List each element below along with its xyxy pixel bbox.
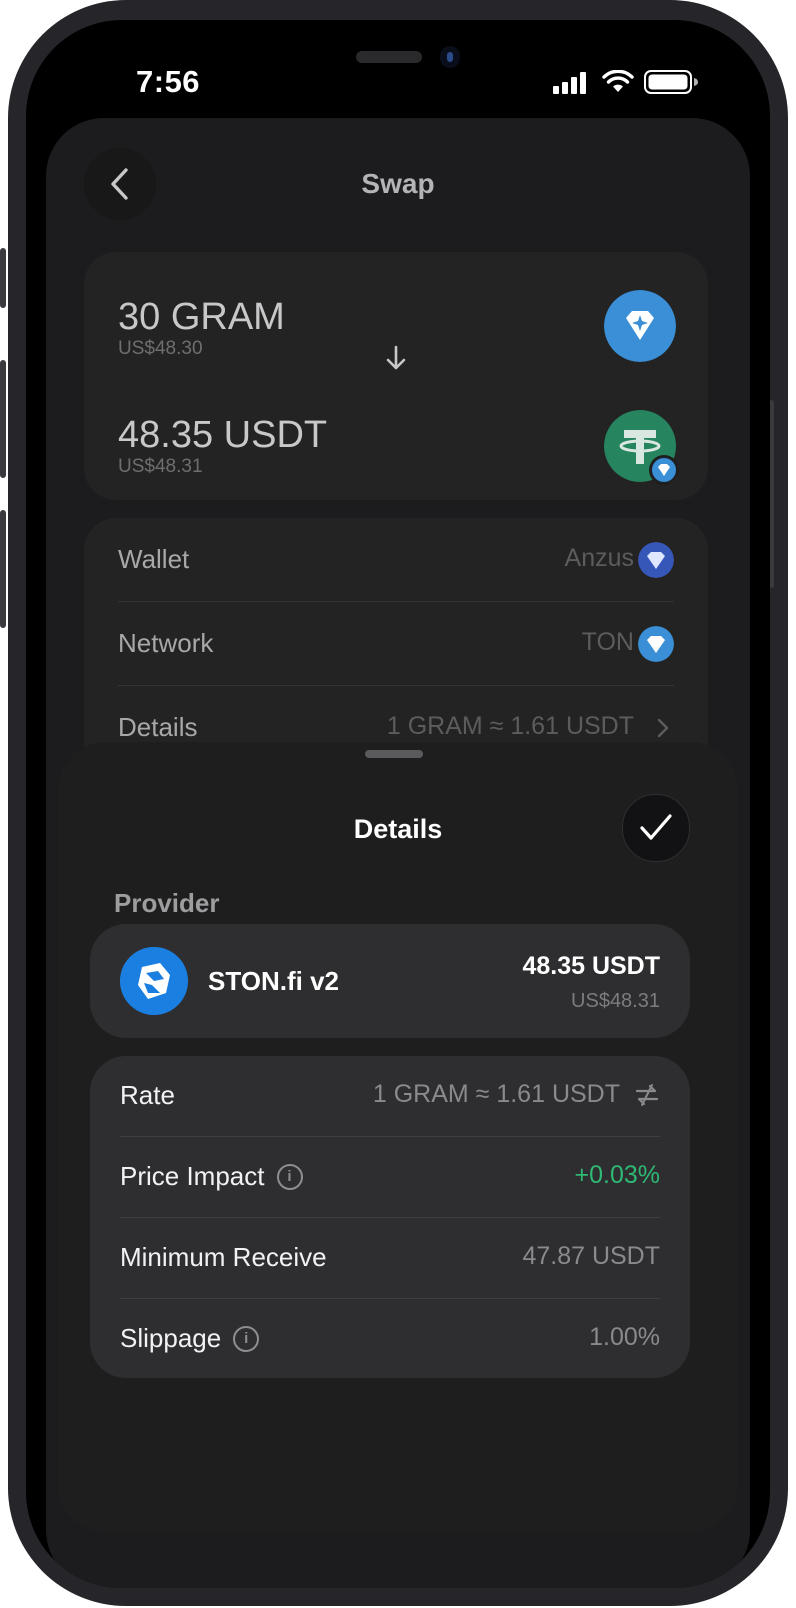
to-fiat: US$48.31 [118, 456, 203, 477]
chevron-right-icon [657, 718, 669, 738]
wallet-label: Wallet [118, 544, 190, 574]
page-title: Swap [361, 168, 435, 199]
ton-icon [638, 626, 674, 662]
details-bottom-sheet: Details Provider STON.fi v2 48.35 USDT U… [58, 742, 738, 1532]
network-row[interactable]: Network TON [118, 602, 674, 686]
provider-section-label: Provider [114, 888, 220, 918]
wallet-avatar-icon [638, 542, 674, 578]
status-bar: 7:56 [26, 20, 770, 130]
speaker-grille [356, 51, 422, 63]
minimum-receive-label: Minimum Receive [120, 1242, 327, 1272]
sheet-grabber[interactable] [365, 750, 423, 758]
swap-rate-direction-icon[interactable] [634, 1082, 660, 1108]
to-amount: 48.35 USDT [118, 414, 328, 456]
provider-amount: 48.35 USDT [522, 952, 660, 980]
gram-diamond-icon [604, 290, 676, 362]
info-icon[interactable]: i [233, 1325, 260, 1352]
provider-fiat: US$48.31 [571, 990, 660, 1012]
info-icon[interactable]: i [276, 1163, 303, 1190]
arrow-down-icon [386, 345, 406, 370]
wallet-row[interactable]: Wallet Anzus [118, 518, 674, 602]
wifi-icon [602, 70, 634, 92]
swap-info-card: Wallet Anzus Network TON Details 1 GRAM … [84, 518, 708, 778]
phone-screen: 7:56 Swap 30 GRAM US$48.30 48.35 USDT US… [26, 20, 770, 1588]
rate-row: Rate 1 GRAM ≈ 1.61 USDT [120, 1056, 660, 1137]
provider-name: STON.fi v2 [208, 966, 340, 996]
from-amount: 30 GRAM [118, 296, 285, 338]
minimum-receive-row: Minimum Receive 47.87 USDT [120, 1218, 660, 1299]
slippage-label: Slippage [120, 1323, 222, 1353]
checkmark-icon [640, 814, 672, 840]
wallet-value: Anzus [564, 544, 634, 572]
slippage-value: 1.00% [589, 1323, 660, 1351]
status-time: 7:56 [136, 64, 201, 99]
volume-up-button [0, 360, 6, 478]
details-rate-value: 1 GRAM ≈ 1.61 USDT [386, 712, 634, 740]
provider-card[interactable]: STON.fi v2 48.35 USDT US$48.31 [90, 924, 690, 1038]
tether-icon [604, 410, 679, 485]
slippage-row[interactable]: Slippage i 1.00% [120, 1299, 660, 1380]
minimum-receive-value: 47.87 USDT [522, 1242, 660, 1270]
swap-summary-card: 30 GRAM US$48.30 48.35 USDT US$48.31 [84, 252, 708, 500]
from-fiat: US$48.30 [118, 338, 203, 359]
ston-fi-logo-icon [120, 947, 188, 1015]
network-label: Network [118, 628, 214, 658]
rate-label: Rate [120, 1080, 175, 1110]
details-label: Details [118, 712, 198, 742]
action-button [0, 248, 6, 308]
price-impact-row: Price Impact i +0.03% [120, 1137, 660, 1218]
network-value: TON [581, 628, 634, 656]
price-impact-label: Price Impact [120, 1161, 265, 1191]
confirm-button[interactable] [622, 794, 690, 862]
price-impact-value: +0.03% [574, 1161, 661, 1189]
battery-icon [644, 70, 698, 94]
front-camera [440, 46, 460, 68]
rate-value: 1 GRAM ≈ 1.61 USDT [372, 1080, 620, 1108]
volume-down-button [0, 510, 6, 628]
swap-parameters-card: Rate 1 GRAM ≈ 1.61 USDT Price Impact i +… [90, 1056, 690, 1378]
